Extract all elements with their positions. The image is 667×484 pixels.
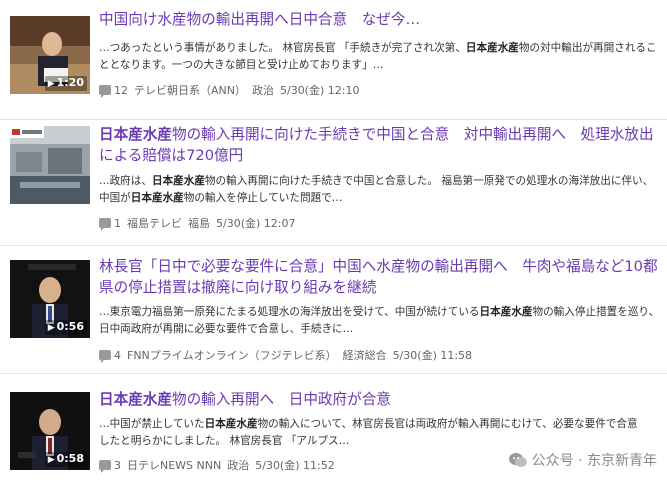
article-category: 経済総合 (342, 349, 387, 362)
comment-count[interactable]: 4 (114, 349, 121, 362)
article-snippet: …政府は、日本産水産物の輸入再開に向けた手続きで中国と合意した。 福島第一原発で… (99, 173, 661, 207)
video-thumbnail[interactable]: ▶ 1:20 (10, 16, 90, 94)
article-source: テレビ朝日系（ANN） (134, 84, 246, 97)
text-segment: …中国が禁止していた (99, 418, 205, 430)
text-segment: 物の輸入を停止していた問題で… (183, 192, 343, 204)
comment-icon[interactable] (99, 85, 111, 98)
article-source: 福島テレビ (127, 217, 182, 230)
comment-icon[interactable] (99, 218, 111, 231)
article-item: ▶ 1:20 中国向け水産物の輸出再開へ日中合意 なぜ今… …つあったという事情が… (0, 0, 667, 120)
wechat-icon (508, 453, 527, 467)
highlighted-keyword: 日本産水産 (479, 306, 533, 318)
text-segment: …つあったという事情がありました。 林官房長官 「手続きが完了され次第、 (99, 42, 466, 54)
article-thumbnail[interactable] (10, 126, 90, 204)
highlighted-keyword: 日本産水産 (204, 418, 258, 430)
comment-count[interactable]: 1 (114, 217, 121, 230)
article-title[interactable]: 林長官「日中で必要な要件に合意」中国へ水産物の輸出再開へ 牛肉や福島など10都県… (99, 256, 661, 298)
highlighted-keyword: 日本産水産 (99, 126, 172, 143)
highlighted-keyword: 日本産水産 (130, 192, 184, 204)
article-snippet: …中国が禁止していた日本産水産物の輸入について、林官房長官は両政府が輸入再開にむ… (99, 416, 644, 450)
highlighted-keyword: 日本産水産 (151, 175, 205, 187)
comment-count[interactable]: 3 (114, 459, 121, 472)
text-segment: …政府は、 (99, 175, 152, 187)
article-source: FNNプライムオンライン（フジテレビ系） (127, 349, 337, 362)
comment-icon[interactable] (99, 350, 111, 363)
article-item: 日本産水産物の輸入再開に向けた手続きで中国と合意 対中輸出再開へ 処理水放出によ… (0, 120, 667, 246)
article-snippet: …つあったという事情がありました。 林官房長官 「手続きが完了され次第、日本産水… (99, 40, 661, 74)
article-source: 日テレNEWS NNN (127, 459, 222, 472)
play-icon: ▶ (47, 323, 55, 333)
article-meta: 3 日テレNEWS NNN 政治 5/30(金) 11:52 (99, 458, 341, 474)
news-feed: ▶ 1:20 中国向け水産物の輸出再開へ日中合意 なぜ今… …つあったという事情が… (0, 0, 667, 484)
text-segment: 物の輸入再開に向けた手続きで中国と合意 対中輸出再開へ 処理水放出による賠償は7… (99, 126, 654, 164)
article-meta: 4 FNNプライムオンライン（フジテレビ系） 経済総合 5/30(金) 11:58 (99, 348, 478, 364)
article-category: 福島 (188, 217, 210, 230)
article-item: ▶ 0:56 林長官「日中で必要な要件に合意」中国へ水産物の輸出再開へ 牛肉や福島… (0, 246, 667, 374)
video-duration: ▶ 0:56 (44, 320, 87, 335)
comment-icon[interactable] (99, 460, 111, 473)
text-segment: 林長官「日中で必要な要件に合意」中国へ水産物の輸出再開へ 牛肉や福島など10都県… (99, 258, 658, 296)
text-segment: 物の輸入再開へ 日中政府が合意 (171, 391, 391, 408)
play-icon: ▶ (47, 455, 55, 465)
play-icon: ▶ (47, 79, 55, 89)
article-datetime: 5/30(金) 12:10 (279, 84, 360, 97)
article-category: 政治 (251, 84, 274, 97)
text-segment: …東京電力福島第一原発にたまる処理水の海洋放出を受けて、中国が続けている (99, 306, 480, 318)
article-meta: 1 福島テレビ 福島 5/30(金) 12:07 (99, 216, 301, 232)
watermark: 公众号 · 东京新青年 (508, 450, 657, 470)
article-title[interactable]: 日本産水産物の輸入再開へ 日中政府が合意 (99, 389, 661, 410)
article-datetime: 5/30(金) 11:58 (392, 349, 473, 362)
highlighted-keyword: 日本産水産 (465, 42, 519, 54)
article-meta: 12 テレビ朝日系（ANN） 政治 5/30(金) 12:10 (99, 83, 365, 99)
article-datetime: 5/30(金) 11:52 (255, 459, 335, 472)
video-duration: ▶ 1:20 (44, 76, 87, 91)
video-thumbnail[interactable]: ▶ 0:56 (10, 260, 90, 338)
article-title[interactable]: 日本産水産物の輸入再開に向けた手続きで中国と合意 対中輸出再開へ 処理水放出によ… (99, 124, 661, 166)
video-duration: ▶ 0:58 (44, 452, 87, 467)
comment-count[interactable]: 12 (114, 84, 128, 97)
highlighted-keyword: 日本産水産 (99, 391, 172, 408)
article-title[interactable]: 中国向け水産物の輸出再開へ日中合意 なぜ今… (99, 9, 661, 30)
article-snippet: …東京電力福島第一原発にたまる処理水の海洋放出を受けて、中国が続けている日本産水… (99, 304, 661, 338)
video-thumbnail[interactable]: ▶ 0:58 (10, 392, 90, 470)
article-datetime: 5/30(金) 12:07 (216, 217, 296, 230)
article-category: 政治 (227, 459, 250, 472)
text-segment: 中国向け水産物の輸出再開へ日中合意 なぜ今… (99, 11, 421, 28)
